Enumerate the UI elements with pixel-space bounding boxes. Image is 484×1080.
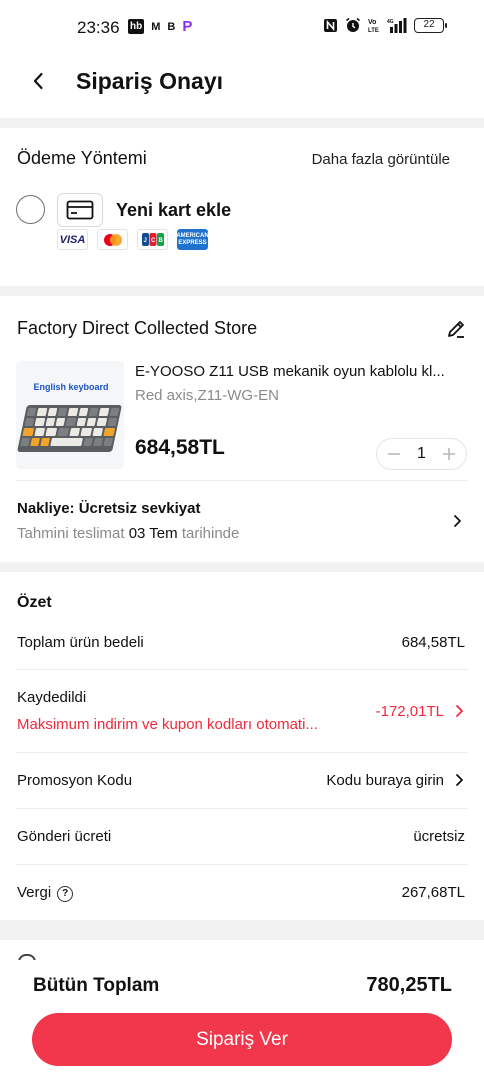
chevron-right-icon xyxy=(456,705,463,717)
product-price: 684,58TL xyxy=(135,436,225,459)
pencil-icon xyxy=(448,321,464,338)
delivery-date: 03 Tem xyxy=(128,525,178,542)
b-app-icon: B xyxy=(167,20,176,33)
page-title: Sipariş Onayı xyxy=(76,68,224,94)
status-bar: 23:36 hb M B P Vo LTE 4G 22 xyxy=(0,0,484,56)
saved-label: Kaydedildi xyxy=(17,689,87,706)
divider xyxy=(16,669,468,670)
quantity-value: 1 xyxy=(417,445,426,462)
product-image[interactable]: English keyboard xyxy=(16,361,124,469)
svg-text:4G: 4G xyxy=(387,19,394,25)
hb-app-icon: hb xyxy=(128,19,145,34)
saved-note: Maksimum indirim ve kupon kodları otomat… xyxy=(17,716,318,733)
svg-text:Vo: Vo xyxy=(368,19,376,26)
product-variant: Red axis,Z11-WG-EN xyxy=(135,387,279,404)
minus-icon xyxy=(388,453,400,455)
shipping-fee-value: ücretsiz xyxy=(413,828,465,845)
subtotal-value: 684,58TL xyxy=(401,634,465,651)
gmail-icon: M xyxy=(151,20,161,33)
status-time: 23:36 xyxy=(77,18,120,37)
shipping-details-button[interactable] xyxy=(452,514,462,533)
svg-text:J: J xyxy=(143,238,146,244)
delivery-suffix: tarihinde xyxy=(181,525,240,542)
svg-text:B: B xyxy=(158,238,163,244)
signal-icon: 4G xyxy=(387,17,407,33)
alarm-icon xyxy=(346,17,360,32)
chevron-right-icon xyxy=(454,515,461,527)
divider xyxy=(16,808,468,809)
amex-logo-text: AMERICAN EXPRESS xyxy=(176,232,209,246)
delivery-prefix: Tahmini teslimat xyxy=(17,525,125,542)
checkout-bar: Bütün Toplam 780,25TL Sipariş Ver xyxy=(0,960,484,1080)
add-new-card-label[interactable]: Yeni kart ekle xyxy=(116,200,231,221)
divider xyxy=(16,752,468,753)
grand-total-label: Bütün Toplam xyxy=(33,975,160,996)
promo-input-link[interactable]: Kodu buraya girin xyxy=(326,772,444,789)
tax-label: Vergi xyxy=(17,884,52,901)
divider xyxy=(16,864,468,865)
saved-details-button[interactable] xyxy=(454,704,464,723)
tax-value: 267,68TL xyxy=(401,884,465,901)
product-name[interactable]: E-YOOSO Z11 USB mekanik oyun kablolu kl.… xyxy=(135,363,465,380)
jcb-logo: JCB xyxy=(137,229,168,250)
svg-text:C: C xyxy=(151,238,156,244)
shipping-title[interactable]: Nakliye: Ücretsiz sevkiyat xyxy=(17,500,200,517)
keyboard-illustration xyxy=(17,405,122,452)
summary-title: Özet xyxy=(17,594,52,611)
grand-total-value: 780,25TL xyxy=(366,974,452,996)
promo-label: Promosyon Kodu xyxy=(17,772,133,789)
credit-card-icon xyxy=(57,193,103,227)
divider xyxy=(16,480,468,481)
volte-icon: Vo LTE xyxy=(368,19,379,33)
order-summary-section: Özet Toplam ürün bedeli 684,58TL Kaydedi… xyxy=(0,572,484,920)
chevron-right-icon xyxy=(456,774,463,786)
mastercard-logo xyxy=(97,229,128,250)
nfc-icon xyxy=(324,18,337,32)
svg-text:LTE: LTE xyxy=(368,28,379,33)
payment-title: Ödeme Yöntemi xyxy=(17,148,147,168)
store-name: Factory Direct Collected Store xyxy=(17,318,258,338)
view-more-link[interactable]: Daha fazla görüntüle xyxy=(312,151,450,168)
delivery-estimate: Tahmini teslimat 03 Tem tarihinde xyxy=(17,525,239,542)
product-image-caption: English keyboard xyxy=(33,382,109,392)
visa-logo: VISA xyxy=(57,229,88,250)
subtotal-label: Toplam ürün bedeli xyxy=(17,634,144,651)
tax-row: Vergi? xyxy=(17,884,74,902)
store-section: Factory Direct Collected Store English k… xyxy=(0,296,484,562)
chevron-left-icon xyxy=(33,72,43,90)
decrease-button[interactable] xyxy=(385,445,403,463)
notification-icons: hb M B P xyxy=(128,18,192,35)
plus-icon xyxy=(443,448,455,460)
help-icon[interactable]: ? xyxy=(57,885,74,902)
p-app-icon: P xyxy=(182,18,193,35)
place-order-button[interactable]: Sipariş Ver xyxy=(32,1013,452,1066)
saved-value[interactable]: -172,01TL xyxy=(376,703,444,720)
page-header: Sipariş Onayı xyxy=(0,56,484,118)
quantity-stepper: 1 xyxy=(376,438,467,470)
increase-button[interactable] xyxy=(440,445,458,463)
shipping-fee-label: Gönderi ücreti xyxy=(17,828,112,845)
new-card-radio[interactable] xyxy=(16,195,45,224)
card-brands: VISA JCB AMERICAN EXPRESS xyxy=(57,229,209,250)
battery-icon: 22 xyxy=(414,17,447,33)
promo-chevron-button[interactable] xyxy=(454,773,464,792)
back-button[interactable] xyxy=(24,66,52,96)
amex-logo: AMERICAN EXPRESS xyxy=(176,229,209,250)
system-icons: Vo LTE 4G 22 xyxy=(323,17,447,33)
edit-button[interactable] xyxy=(445,318,467,340)
